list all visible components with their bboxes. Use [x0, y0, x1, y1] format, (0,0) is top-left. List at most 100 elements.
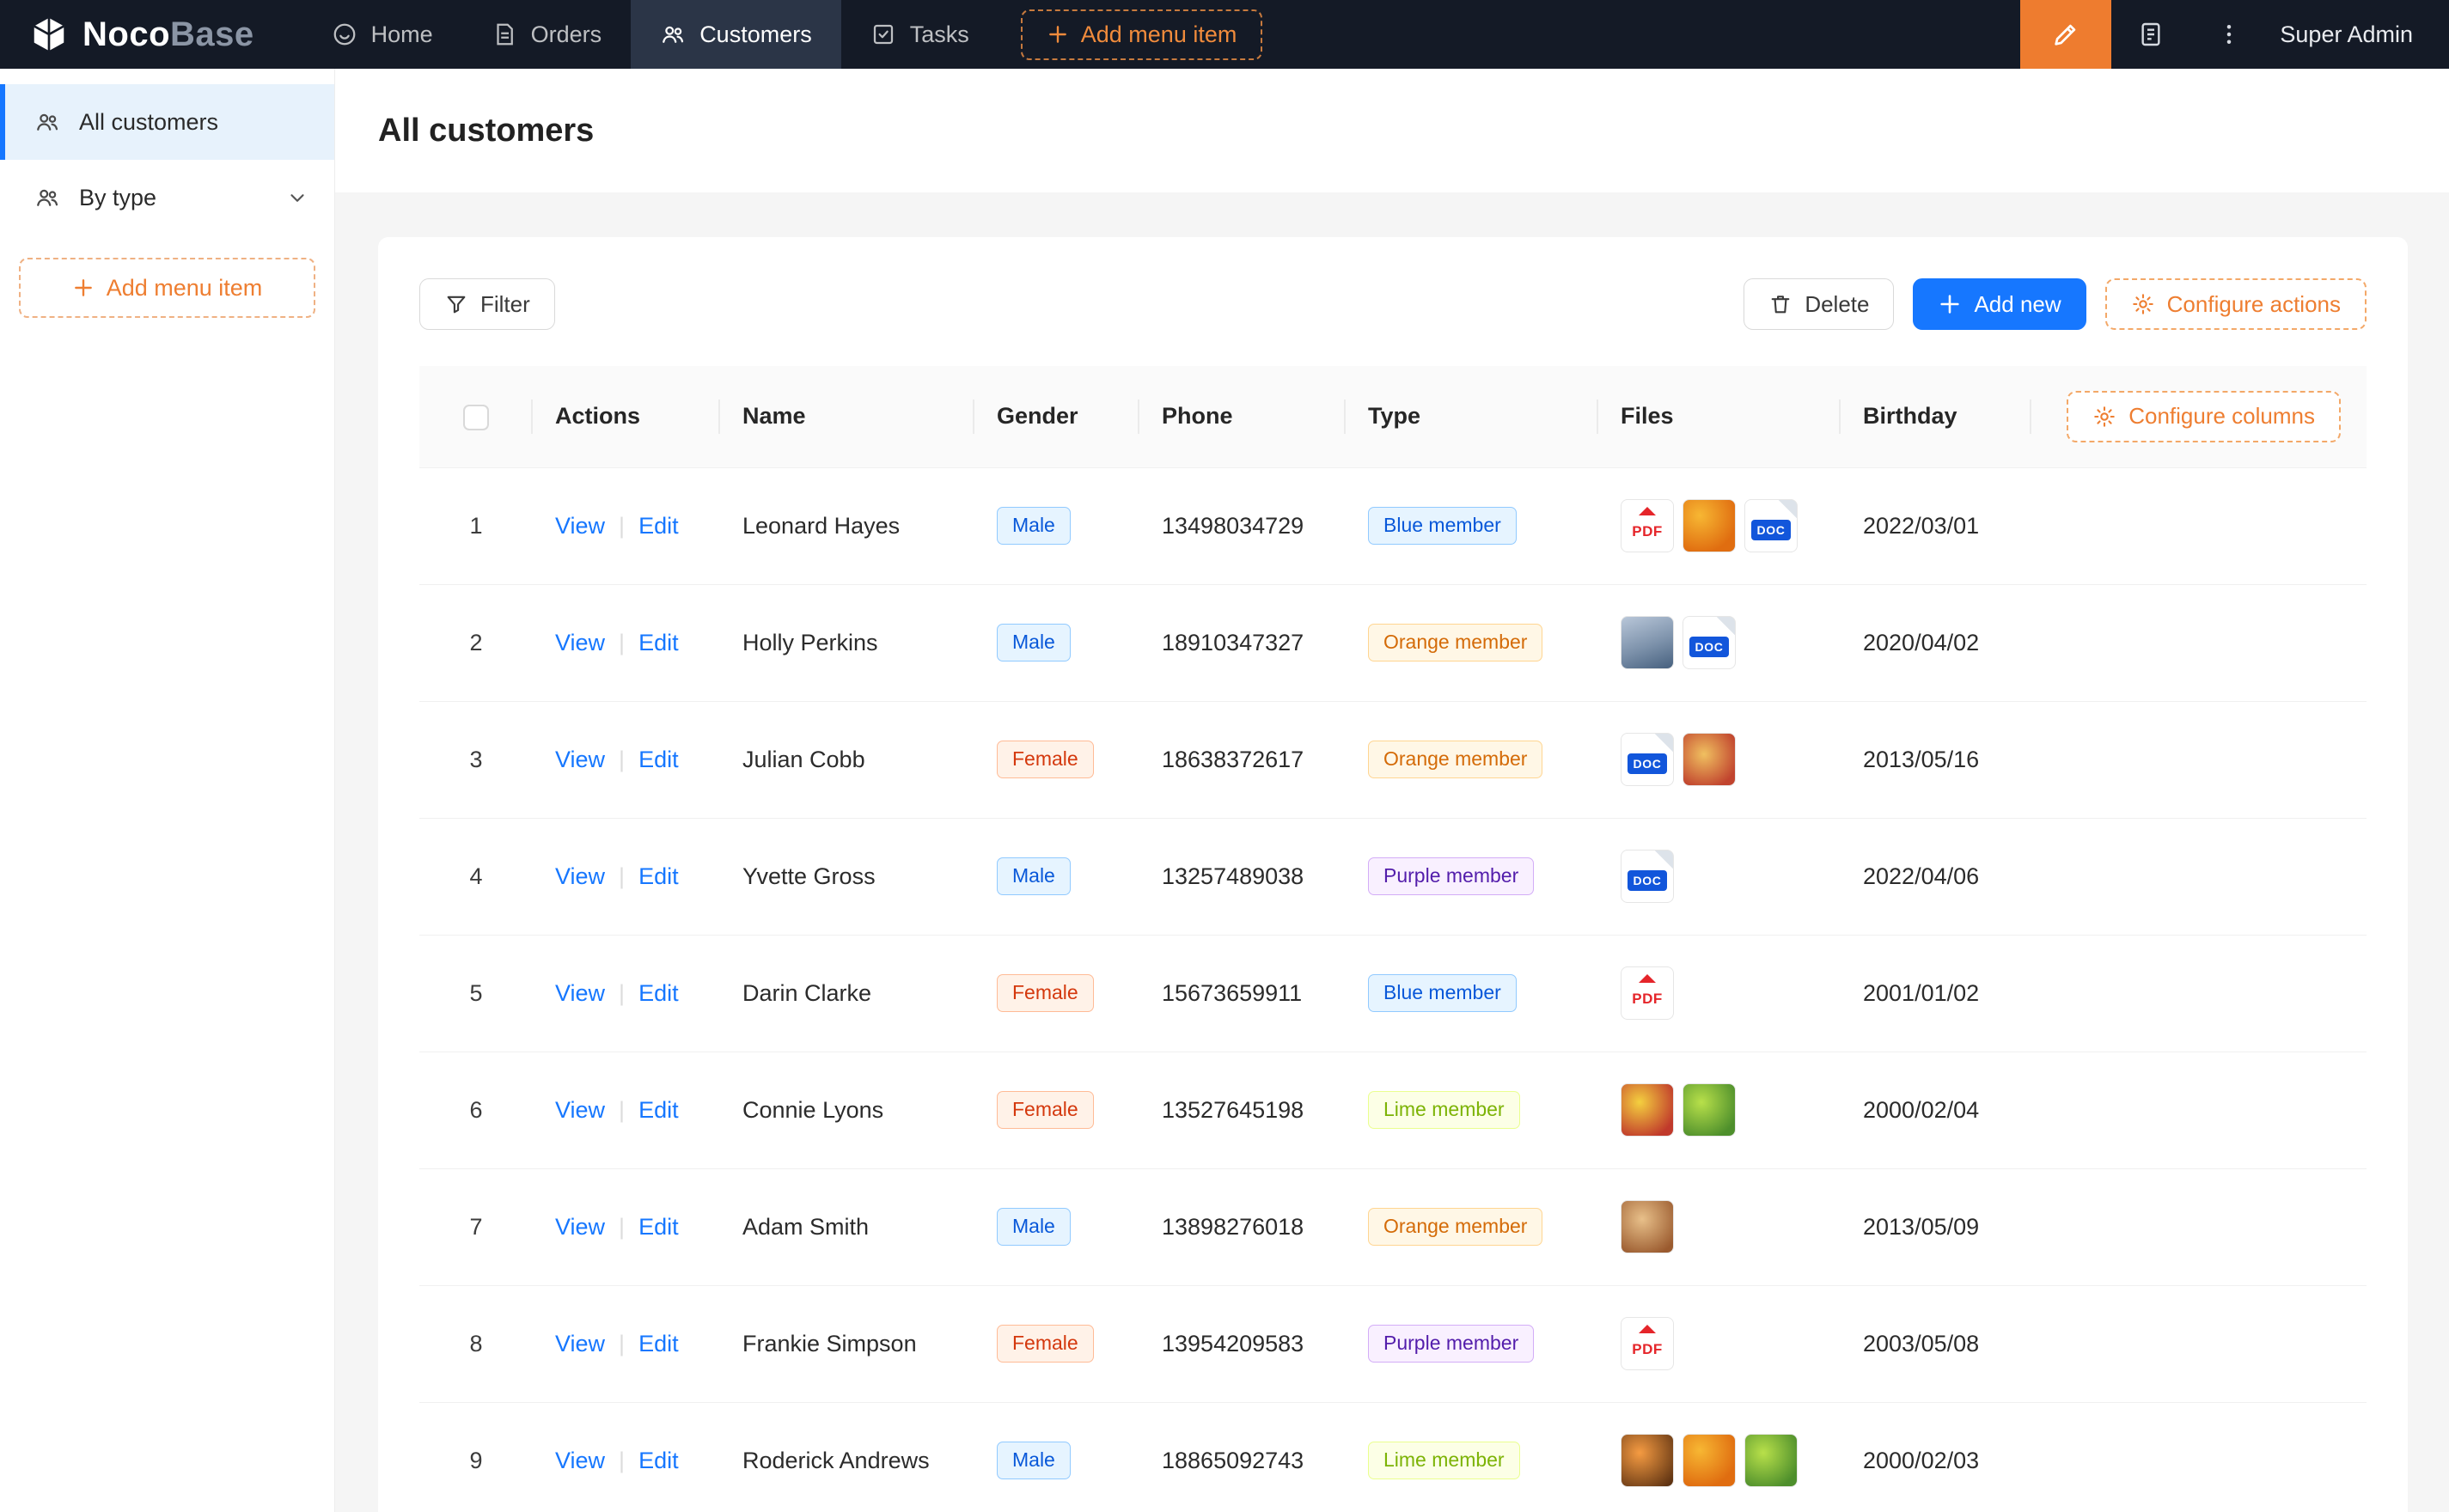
pdf-file-thumbnail[interactable]: PDF — [1621, 499, 1674, 552]
nav-item-customers[interactable]: Customers — [631, 0, 841, 69]
column-header-files: Files — [1598, 366, 1841, 467]
edit-link[interactable]: Edit — [638, 1331, 679, 1357]
brand[interactable]: NocoBase — [0, 0, 302, 69]
table-header-row: Actions Name Gender Phone Type Files Bir… — [419, 366, 2367, 467]
configure-actions-button[interactable]: Configure actions — [2105, 278, 2367, 330]
doc-file-thumbnail[interactable]: DOC — [1744, 499, 1798, 552]
row-index[interactable]: 1 — [469, 513, 482, 539]
select-all-checkbox[interactable] — [463, 405, 489, 430]
customer-name: Leonard Hayes — [742, 513, 900, 539]
view-link[interactable]: View — [555, 863, 605, 889]
delete-label: Delete — [1805, 291, 1869, 318]
nav-item-home[interactable]: Home — [302, 0, 462, 69]
row-index[interactable]: 7 — [469, 1214, 482, 1240]
image-file-thumbnail[interactable] — [1683, 499, 1736, 552]
image-file-thumbnail[interactable] — [1621, 1434, 1674, 1487]
ui-editor-button[interactable] — [2020, 0, 2111, 69]
nav-menu: Home Orders Customers Tasks — [302, 0, 999, 69]
delete-button[interactable]: Delete — [1744, 278, 1894, 330]
view-link[interactable]: View — [555, 513, 605, 539]
navbar-add-menu-item-button[interactable]: Add menu item — [1021, 9, 1263, 60]
column-header-type: Type — [1346, 366, 1598, 467]
brand-text: NocoBase — [82, 15, 254, 54]
row-index[interactable]: 4 — [469, 863, 482, 889]
sidebar-item-all-customers[interactable]: All customers — [0, 84, 334, 160]
row-index[interactable]: 9 — [469, 1448, 482, 1473]
add-new-label: Add new — [1974, 291, 2061, 318]
nav-item-tasks[interactable]: Tasks — [841, 0, 999, 69]
plus-icon — [1938, 292, 1962, 316]
view-link[interactable]: View — [555, 1214, 605, 1240]
birthday-value: 2013/05/16 — [1863, 747, 1979, 772]
view-link[interactable]: View — [555, 1331, 605, 1357]
edit-link[interactable]: Edit — [638, 513, 679, 539]
image-file-thumbnail[interactable] — [1744, 1434, 1798, 1487]
doc-file-thumbnail[interactable]: DOC — [1621, 850, 1674, 903]
configure-columns-button[interactable]: Configure columns — [2067, 391, 2341, 442]
row-index[interactable]: 5 — [469, 980, 482, 1006]
current-user[interactable]: Super Admin — [2268, 21, 2449, 48]
edit-link[interactable]: Edit — [638, 1097, 679, 1123]
sidebar-item-by-type[interactable]: By type — [0, 160, 334, 235]
image-file-thumbnail[interactable] — [1683, 1434, 1736, 1487]
view-link[interactable]: View — [555, 1097, 605, 1123]
gender-tag: Male — [997, 1442, 1071, 1478]
nav-item-orders[interactable]: Orders — [462, 0, 632, 69]
view-link[interactable]: View — [555, 630, 605, 655]
edit-link[interactable]: Edit — [638, 747, 679, 772]
more-menu-button[interactable] — [2190, 0, 2268, 69]
row-index[interactable]: 2 — [469, 630, 482, 655]
edit-link[interactable]: Edit — [638, 1214, 679, 1240]
edit-link[interactable]: Edit — [638, 630, 679, 655]
row-index[interactable]: 3 — [469, 747, 482, 772]
api-doc-button[interactable] — [2111, 0, 2190, 69]
doc-file-thumbnail[interactable]: DOC — [1621, 733, 1674, 786]
files-cell-content: DOC — [1621, 616, 1818, 669]
row-index[interactable]: 8 — [469, 1331, 482, 1357]
image-file-thumbnail[interactable] — [1621, 1083, 1674, 1137]
table-row: 8 View|Edit Frankie Simpson Female 13954… — [419, 1285, 2367, 1402]
table-row: 9 View|Edit Roderick Andrews Male 188650… — [419, 1402, 2367, 1512]
team-icon — [34, 109, 60, 135]
tasks-icon — [870, 21, 896, 47]
gender-tag: Male — [997, 857, 1071, 894]
edit-link[interactable]: Edit — [638, 863, 679, 889]
top-navbar: NocoBase Home Orders Customers Tasks — [0, 0, 2449, 69]
add-new-button[interactable]: Add new — [1913, 278, 2086, 330]
nocobase-logo-icon — [29, 15, 69, 54]
highlighter-pen-icon — [2051, 20, 2080, 49]
table-row: 6 View|Edit Connie Lyons Female 13527645… — [419, 1052, 2367, 1168]
column-header-actions: Actions — [533, 366, 720, 467]
gender-tag: Female — [997, 974, 1094, 1011]
filter-label: Filter — [480, 291, 530, 318]
files-cell-content: DOC — [1621, 733, 1818, 786]
filter-button[interactable]: Filter — [419, 278, 555, 330]
image-file-thumbnail[interactable] — [1621, 616, 1674, 669]
customer-name: Darin Clarke — [742, 980, 871, 1006]
pdf-file-thumbnail[interactable]: PDF — [1621, 1317, 1674, 1370]
image-file-thumbnail[interactable] — [1621, 1200, 1674, 1253]
sidebar-item-label: All customers — [79, 109, 218, 136]
gender-tag: Female — [997, 741, 1094, 777]
edit-link[interactable]: Edit — [638, 980, 679, 1006]
customer-name: Yvette Gross — [742, 863, 876, 889]
orders-icon — [492, 21, 517, 47]
column-header-gender: Gender — [974, 366, 1139, 467]
doc-file-thumbnail[interactable]: DOC — [1683, 616, 1736, 669]
gender-tag: Male — [997, 507, 1071, 544]
image-file-thumbnail[interactable] — [1683, 733, 1736, 786]
pdf-file-thumbnail[interactable]: PDF — [1621, 966, 1674, 1020]
view-link[interactable]: View — [555, 1448, 605, 1473]
birthday-value: 2020/04/02 — [1863, 630, 1979, 655]
navbar-add-menu-item-label: Add menu item — [1081, 21, 1237, 48]
row-index[interactable]: 6 — [469, 1097, 482, 1123]
phone-value: 13498034729 — [1162, 513, 1304, 539]
type-tag: Blue member — [1368, 507, 1517, 544]
sidebar-add-menu-item-button[interactable]: Add menu item — [19, 258, 315, 318]
view-link[interactable]: View — [555, 980, 605, 1006]
birthday-value: 2000/02/04 — [1863, 1097, 1979, 1123]
image-file-thumbnail[interactable] — [1683, 1083, 1736, 1137]
view-link[interactable]: View — [555, 747, 605, 772]
edit-link[interactable]: Edit — [638, 1448, 679, 1473]
link-divider: | — [619, 980, 625, 1006]
